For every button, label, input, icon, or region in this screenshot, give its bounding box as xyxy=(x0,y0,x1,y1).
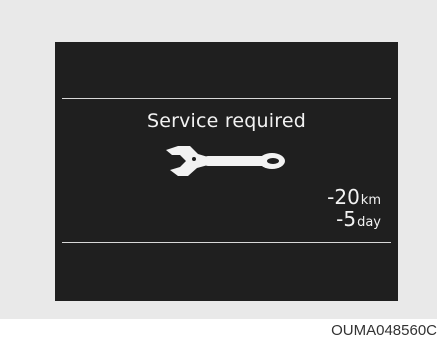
display-frame: Service required -20km -5day xyxy=(0,0,437,319)
days-value: -5 xyxy=(336,207,357,231)
days-unit: day xyxy=(357,215,381,230)
service-message-panel: Service required -20km -5day xyxy=(62,98,391,243)
days-readout: -5day xyxy=(336,209,381,229)
distance-readout: -20km xyxy=(327,187,381,207)
wrench-icon xyxy=(166,146,285,176)
distance-value: -20 xyxy=(327,185,360,209)
figure-code: OUMA048560C xyxy=(331,322,437,339)
distance-unit: km xyxy=(360,193,381,208)
service-title: Service required xyxy=(146,110,307,132)
cluster-screen: Service required -20km -5day xyxy=(55,42,398,301)
